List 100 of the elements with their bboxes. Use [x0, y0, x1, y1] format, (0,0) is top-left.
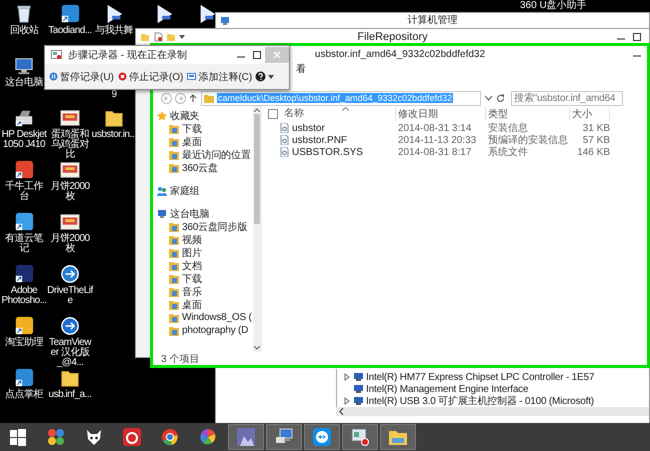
desktop-icon-label[interactable]: 蛋鸡蛋和乌鸡蛋对比: [47, 130, 93, 160]
file-name[interactable]: usbstor: [292, 122, 325, 134]
desktop-icon-label[interactable]: 点点掌柜: [1, 390, 47, 400]
desktop-icon-label[interactable]: 有道云笔记: [1, 234, 47, 254]
printer-icon[interactable]: [14, 108, 34, 128]
ribbon-tab[interactable]: 看: [293, 62, 309, 76]
checkbox[interactable]: [268, 109, 278, 119]
add-comment-button[interactable]: 添加注释(C): [186, 68, 254, 84]
refresh-icon[interactable]: [496, 94, 505, 102]
desktop-icon-label[interactable]: 与我共舞: [91, 26, 137, 36]
app-shortcut-icon[interactable]: [60, 4, 80, 24]
desktop-icon-label[interactable]: 360 U盘小助手: [520, 0, 587, 11]
caret-icon[interactable]: [179, 34, 185, 40]
desktop-icon-label[interactable]: 回收站: [1, 26, 47, 36]
desktop-icon-label[interactable]: Taodiand...: [47, 26, 93, 36]
scroll-down-icon[interactable]: [254, 346, 260, 350]
nav-item[interactable]: 图片: [157, 246, 253, 259]
photo-thumbnail-icon[interactable]: [60, 108, 80, 128]
taskbar-button[interactable]: [266, 424, 302, 450]
vertical-scrollbar[interactable]: [253, 106, 261, 352]
dropdown-caret-icon[interactable]: [485, 96, 492, 100]
file-date: 2014-08-31 8:17: [397, 146, 472, 158]
expand-arrow-icon[interactable]: [343, 397, 351, 405]
desktop-icon-label[interactable]: usbstor.in...: [91, 130, 137, 140]
app-shortcut-icon[interactable]: [14, 212, 34, 232]
desktop-icon-label[interactable]: HP Deskjet 1050 J410: [1, 130, 47, 150]
recorder-icon: [51, 50, 62, 60]
desktop-icon-label[interactable]: 千牛工作台: [1, 182, 47, 202]
stop-record-button[interactable]: 停止记录(O): [116, 68, 184, 84]
pause-record-button[interactable]: 暂停记录(U): [48, 68, 115, 84]
device-icon: [353, 384, 364, 394]
document-icon[interactable]: [153, 32, 163, 42]
folder-icon[interactable]: [104, 108, 124, 128]
nav-item[interactable]: 桌面: [157, 135, 253, 148]
expand-arrow-icon[interactable]: [343, 373, 351, 381]
nav-item[interactable]: 家庭组: [157, 184, 253, 197]
app-shortcut-icon[interactable]: [14, 160, 34, 180]
column-header[interactable]: 修改日期: [396, 107, 486, 121]
stop-icon: [118, 72, 127, 81]
nav-item[interactable]: 视频: [157, 233, 253, 246]
column-header[interactable]: 类型: [486, 107, 570, 121]
desktop-icon-label[interactable]: 这台电脑: [1, 78, 47, 88]
nav-item[interactable]: 收藏夹: [157, 109, 253, 122]
music-app-icon: [122, 427, 142, 447]
desktop-icon-label[interactable]: usb.inf_a...: [47, 390, 93, 400]
nav-item[interactable]: 文档: [157, 259, 253, 272]
file-type: 系统文件: [487, 146, 529, 159]
desktop-icon-label[interactable]: 月饼2000枚: [47, 234, 93, 254]
desktop-icon-label[interactable]: Adobe Photosho...: [1, 286, 47, 306]
desktop-icon-label[interactable]: 月饼2000枚: [47, 182, 93, 202]
nav-item[interactable]: 桌面: [157, 298, 253, 311]
device-icon: [353, 372, 364, 382]
device-name[interactable]: Intel(R) HM77 Express Chipset LPC Controller - 1E57: [366, 372, 594, 382]
nav-item[interactable]: 这台电脑: [157, 207, 253, 220]
column-header[interactable]: 大小: [570, 107, 610, 121]
file-name[interactable]: usbstor.PNF: [292, 134, 348, 146]
nav-item[interactable]: 360云盘: [157, 161, 253, 174]
photo-thumbnail-icon[interactable]: [60, 160, 80, 180]
desktop-icon-label[interactable]: TeamViewer 汉化版_@4...: [47, 338, 93, 368]
file-date: 2014-11-13 20:33: [397, 134, 478, 146]
file-name[interactable]: USBSTOR.SYS: [292, 146, 363, 158]
caret-icon[interactable]: [268, 74, 274, 78]
window-title: 步骤记录器 - 现在正在录制: [68, 48, 187, 62]
app-shortcut-icon[interactable]: [14, 316, 34, 336]
file-size: 57 KB: [582, 134, 610, 146]
nav-item[interactable]: Windows8_OS (: [157, 311, 253, 324]
folder-icon[interactable]: [60, 368, 80, 388]
photo-thumbnail-icon[interactable]: [60, 212, 80, 232]
nav-item[interactable]: 360云盘同步版: [157, 220, 253, 233]
arrow-circle-icon[interactable]: [60, 264, 80, 284]
taskbar-button[interactable]: [342, 424, 378, 450]
star-icon: [157, 110, 167, 120]
search-field[interactable]: 搜索"usbstor.inf_amd64: [511, 90, 623, 106]
up-arrow-icon[interactable]: [189, 94, 197, 102]
computer-icon: [157, 208, 167, 218]
close-icon: [273, 51, 281, 59]
taskbar-button[interactable]: [304, 424, 340, 450]
desktop-icon-label[interactable]: 淘宝助理: [1, 338, 47, 348]
nav-item[interactable]: 音乐: [157, 285, 253, 298]
scroll-up-icon[interactable]: [254, 108, 260, 112]
device-name[interactable]: Intel(R) Management Engine Interface: [366, 384, 528, 394]
nav-item[interactable]: 下载: [157, 122, 253, 135]
desktop-icon-label[interactable]: 9: [91, 90, 137, 100]
app-shortcut-icon[interactable]: [14, 368, 34, 388]
sort-caret-icon[interactable]: [342, 107, 349, 111]
horizontal-scrollbar[interactable]: [336, 407, 649, 416]
app-shortcut-icon[interactable]: [14, 264, 34, 284]
help-icon[interactable]: [255, 71, 266, 82]
monitor-icon[interactable]: [14, 56, 34, 76]
scroll-left-icon[interactable]: [339, 408, 344, 415]
nav-item[interactable]: photography (D: [157, 324, 253, 337]
window-record-icon: [350, 427, 370, 447]
column-header[interactable]: 名称: [282, 107, 396, 121]
device-name[interactable]: Intel(R) USB 3.0 可扩展主机控制器 - 0100 (Microsoft): [366, 394, 594, 408]
nav-item[interactable]: 最近访问的位置: [157, 148, 253, 161]
arrow-circle-icon[interactable]: [60, 316, 80, 336]
nav-item[interactable]: 下载: [157, 272, 253, 285]
file-icon: [280, 135, 289, 145]
desktop-icon-label[interactable]: DriveTheLife: [47, 286, 93, 306]
scrollbar-thumb[interactable]: [254, 114, 260, 224]
